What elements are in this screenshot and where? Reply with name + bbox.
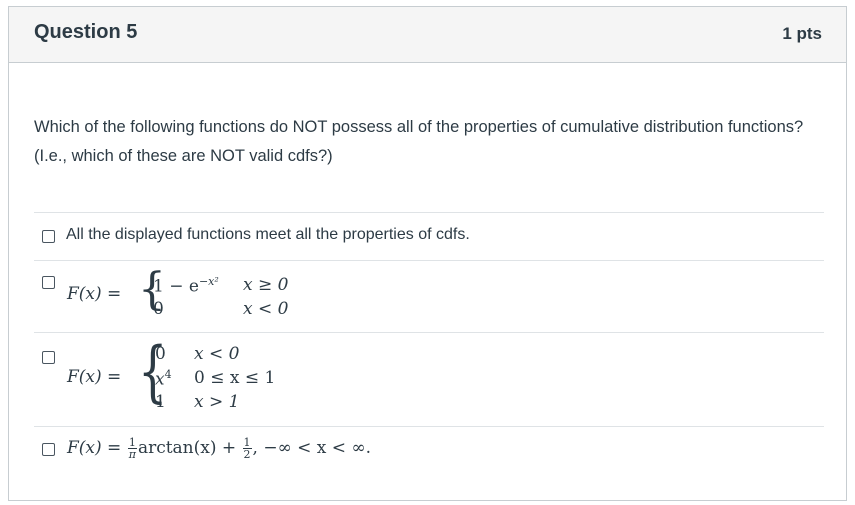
question-prompt: Which of the following functions do NOT … — [34, 118, 804, 165]
answer-option-1[interactable]: All the displayed functions meet all the… — [34, 212, 824, 260]
answer-option-4[interactable]: F(x) = 1 π arctan(x) + 12, −∞ < x < ∞. — [34, 426, 824, 470]
answer-2-case-1-expr: 1 − e−x² — [153, 275, 219, 297]
answer-3-case-3-cond: x > 1 — [194, 392, 240, 412]
answer-3-lhs: F(x) = — [67, 367, 122, 387]
answer-3-case-3-expr: 1 — [155, 392, 166, 412]
answer-checkbox-1[interactable] — [42, 230, 55, 243]
answer-label-1: All the displayed functions meet all the… — [66, 226, 470, 243]
answer-list: All the displayed functions meet all the… — [34, 212, 824, 470]
answer-2-case-2-expr: 0 — [153, 299, 164, 319]
question-title: Question 5 — [34, 21, 138, 43]
answer-checkbox-2[interactable] — [42, 276, 55, 289]
answer-option-3[interactable]: F(x) = { 0 x < 0 x4 0 ≤ x ≤ 1 1 x > 1 — [34, 332, 824, 426]
answer-4-formula: F(x) = 1 π arctan(x) + 12, −∞ < x < ∞. — [67, 436, 372, 461]
question-points: 1 pts — [782, 24, 822, 43]
answer-checkbox-4[interactable] — [42, 443, 55, 456]
question-card: Question 5 1 pts Which of the following … — [8, 6, 847, 501]
answer-3-case-1-expr: 0 — [155, 344, 166, 364]
answer-4-fraction-2: 12 — [242, 436, 252, 461]
answer-2-case-2-cond: x < 0 — [243, 299, 289, 319]
answer-3-case-2-expr: x4 — [155, 368, 172, 390]
answer-2-case-1-cond: x ≥ 0 — [243, 275, 289, 295]
answer-3-case-1-cond: x < 0 — [194, 344, 240, 364]
answer-option-2[interactable]: F(x) = { 1 − e−x² x ≥ 0 0 x < 0 — [34, 260, 824, 332]
answer-4-fraction-1: 1π — [127, 436, 137, 461]
question-header: Question 5 1 pts — [9, 7, 846, 63]
answer-3-case-2-cond: 0 ≤ x ≤ 1 — [194, 368, 276, 388]
answer-checkbox-3[interactable] — [42, 351, 55, 364]
answer-2-lhs: F(x) = — [67, 284, 122, 304]
